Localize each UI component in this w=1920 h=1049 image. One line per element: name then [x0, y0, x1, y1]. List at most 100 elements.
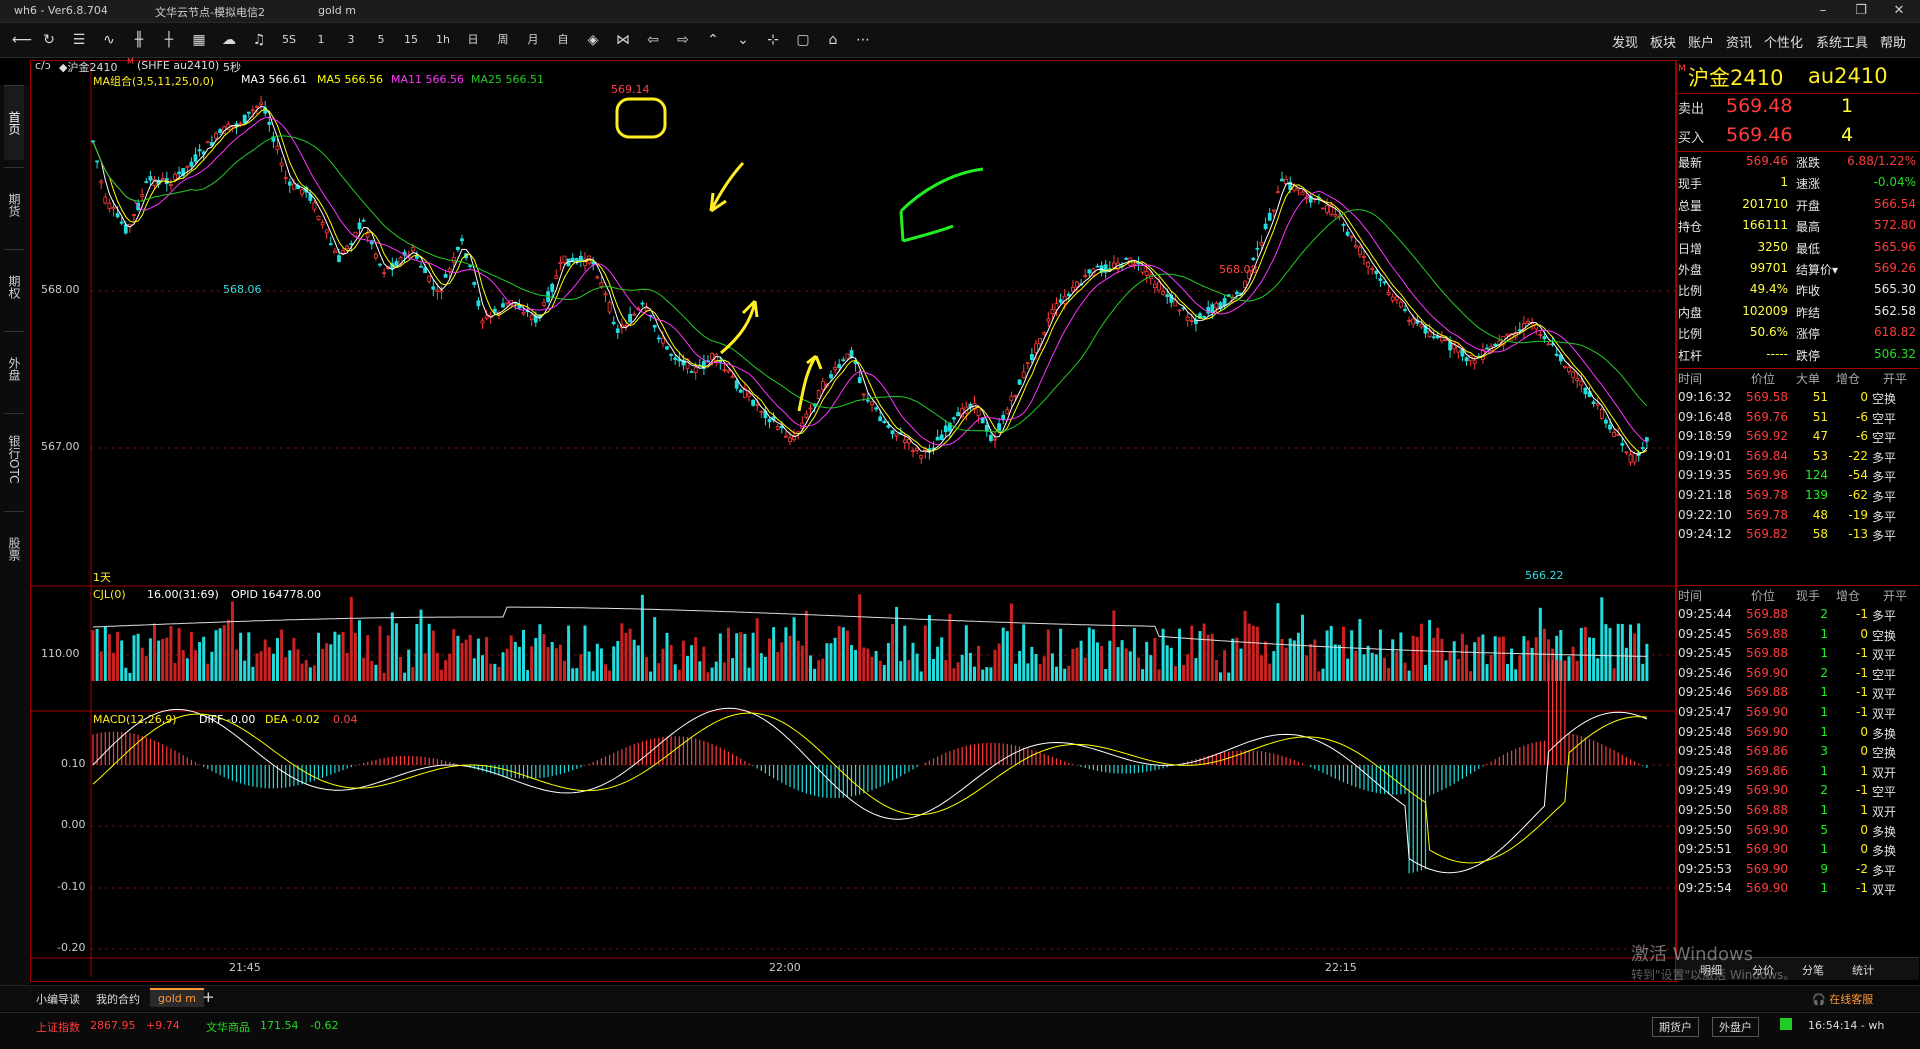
tick-row[interactable]: 09:25:45569.8810空换: [1676, 627, 1919, 648]
tick-row[interactable]: 09:25:48569.9010多换: [1676, 725, 1919, 746]
period-3[interactable]: 3: [342, 30, 360, 50]
menu-personalize[interactable]: 个性化: [1764, 32, 1803, 51]
interval-select[interactable]: 5秒: [223, 59, 241, 75]
home-icon[interactable]: ⌂: [824, 30, 842, 50]
menu-discover[interactable]: 发现: [1612, 32, 1638, 51]
square-icon[interactable]: ▢: [794, 30, 812, 50]
tab-editor-guide[interactable]: 小编导读: [36, 991, 80, 1007]
big-order-row[interactable]: 09:16:32569.58510空换: [1676, 390, 1919, 411]
tick-row[interactable]: 09:25:46569.881-1双平: [1676, 685, 1919, 706]
period-1[interactable]: 1: [312, 30, 330, 50]
tick-row[interactable]: 09:25:45569.881-1双平: [1676, 646, 1919, 667]
crosshair-icon[interactable]: ⊹: [764, 30, 782, 50]
minimize-icon[interactable]: –: [1810, 2, 1836, 20]
buy-price[interactable]: 569.46: [1726, 124, 1792, 146]
left-tab-stocks[interactable]: 股票: [4, 511, 24, 586]
list-icon[interactable]: ☰: [70, 30, 88, 50]
chart-nav[interactable]: c/ɔ: [35, 59, 51, 72]
bell-icon[interactable]: ♫: [250, 30, 268, 50]
tab-stats[interactable]: 统计: [1852, 962, 1874, 978]
menu-system-tools[interactable]: 系统工具: [1816, 32, 1868, 51]
sell-price[interactable]: 569.48: [1726, 95, 1792, 117]
big-order-row[interactable]: 09:19:01569.8453-22多平: [1676, 449, 1919, 470]
candle-body: [739, 390, 742, 392]
period-1h[interactable]: 1h: [434, 30, 452, 50]
add-tab-button[interactable]: +: [202, 988, 215, 1006]
period-month[interactable]: 月: [524, 30, 542, 50]
menu-help[interactable]: 帮助: [1880, 32, 1906, 51]
menu-sector[interactable]: 板块: [1650, 32, 1676, 51]
futures-account-button[interactable]: 期货户: [1652, 1017, 1699, 1037]
volume-bar: [477, 639, 480, 681]
bowtie-icon[interactable]: ⋈: [614, 30, 632, 50]
ma-legend-label[interactable]: MA组合(3,5,11,25,0,0): [93, 73, 214, 89]
time-cell: 09:25:53: [1678, 862, 1742, 876]
left-tab-bank-otc[interactable]: 银行OTC: [4, 413, 24, 504]
line-chart-icon[interactable]: ∿: [100, 30, 118, 50]
cloud-icon[interactable]: ☁: [220, 30, 238, 50]
macd-legend-label[interactable]: MACD(12,26,9): [93, 713, 177, 726]
volume-bar: [1285, 648, 1288, 681]
big-order-row[interactable]: 09:16:48569.7651-6空平: [1676, 410, 1919, 431]
volume-bar: [1141, 669, 1144, 681]
volume-bar: [309, 667, 312, 681]
candle-body: [104, 197, 107, 203]
candle-body: [530, 315, 533, 320]
diamond-icon[interactable]: ◈: [584, 30, 602, 50]
arrow-left-icon[interactable]: ⇦: [644, 30, 662, 50]
menu-news[interactable]: 资讯: [1726, 32, 1752, 51]
left-tab-foreign[interactable]: 外盘: [4, 331, 24, 406]
tick-row[interactable]: 09:25:51569.9010多换: [1676, 842, 1919, 863]
volume-cell: 1: [1788, 646, 1828, 660]
period-15[interactable]: 15: [402, 30, 420, 50]
online-service-link[interactable]: 🎧 在线客服: [1812, 991, 1873, 1007]
tick-row[interactable]: 09:25:44569.882-1多平: [1676, 607, 1919, 628]
macd-bar: [363, 763, 364, 765]
period-5s[interactable]: 5S: [280, 30, 298, 50]
candle-body: [1395, 297, 1398, 300]
tab-trades[interactable]: 分笔: [1802, 962, 1824, 978]
big-order-row[interactable]: 09:24:12569.8258-13多平: [1676, 527, 1919, 548]
volume-bar: [407, 650, 410, 681]
menu-account[interactable]: 账户: [1688, 32, 1714, 51]
left-tab-home[interactable]: 首页: [4, 85, 24, 160]
period-week[interactable]: 周: [494, 30, 512, 50]
chevron-down-icon[interactable]: ⌄: [734, 30, 752, 50]
left-tab-options[interactable]: 期权: [4, 249, 24, 324]
volume-legend-label[interactable]: CJL(0): [93, 588, 126, 601]
tick-row[interactable]: 09:25:48569.8630空换: [1676, 744, 1919, 765]
tick-row[interactable]: 09:25:47569.901-1双平: [1676, 705, 1919, 726]
arrow-right-icon[interactable]: ⇨: [674, 30, 692, 50]
refresh-icon[interactable]: ↻: [40, 30, 58, 50]
chevron-up-icon[interactable]: ⌃: [704, 30, 722, 50]
tick-row[interactable]: 09:25:53569.909-2多平: [1676, 862, 1919, 883]
tick-row[interactable]: 09:25:50569.9050多换: [1676, 823, 1919, 844]
big-order-row[interactable]: 09:22:10569.7848-19多平: [1676, 508, 1919, 529]
volume-bar: [428, 624, 431, 681]
tick-row[interactable]: 09:25:54569.901-1双平: [1676, 881, 1919, 902]
foreign-account-button[interactable]: 外盘户: [1712, 1017, 1759, 1037]
chart-frame[interactable]: c/ɔ ◆沪金2410 M (SHFE au2410) 5秒 MA组合(3,5,…: [30, 60, 1677, 982]
grid-icon[interactable]: ▦: [190, 30, 208, 50]
kline-icon[interactable]: ╫: [130, 30, 148, 50]
macd-bar: [1097, 765, 1098, 771]
big-order-row[interactable]: 09:19:35569.96124-54多平: [1676, 468, 1919, 489]
tab-my-contracts[interactable]: 我的合约: [96, 991, 140, 1007]
back-icon[interactable]: ⟵: [12, 30, 32, 50]
restore-icon[interactable]: ❐: [1848, 2, 1874, 20]
bar-icon[interactable]: ┼: [160, 30, 178, 50]
tick-row[interactable]: 09:25:49569.902-1空平: [1676, 783, 1919, 804]
more-icon[interactable]: ⋯: [854, 30, 872, 50]
period-custom[interactable]: 自: [554, 30, 572, 50]
tick-row[interactable]: 09:25:49569.8611双开: [1676, 764, 1919, 785]
oi-change-cell: -22: [1828, 449, 1868, 463]
big-order-row[interactable]: 09:18:59569.9247-6空平: [1676, 429, 1919, 450]
left-tab-futures[interactable]: 期货: [4, 167, 24, 242]
tab-gold-m[interactable]: gold m: [150, 988, 204, 1007]
close-icon[interactable]: ✕: [1886, 2, 1912, 20]
tick-row[interactable]: 09:25:50569.8811双开: [1676, 803, 1919, 824]
big-order-row[interactable]: 09:21:18569.78139-62多平: [1676, 488, 1919, 509]
period-5[interactable]: 5: [372, 30, 390, 50]
period-day[interactable]: 日: [464, 30, 482, 50]
tick-row[interactable]: 09:25:46569.902-1空平: [1676, 666, 1919, 687]
